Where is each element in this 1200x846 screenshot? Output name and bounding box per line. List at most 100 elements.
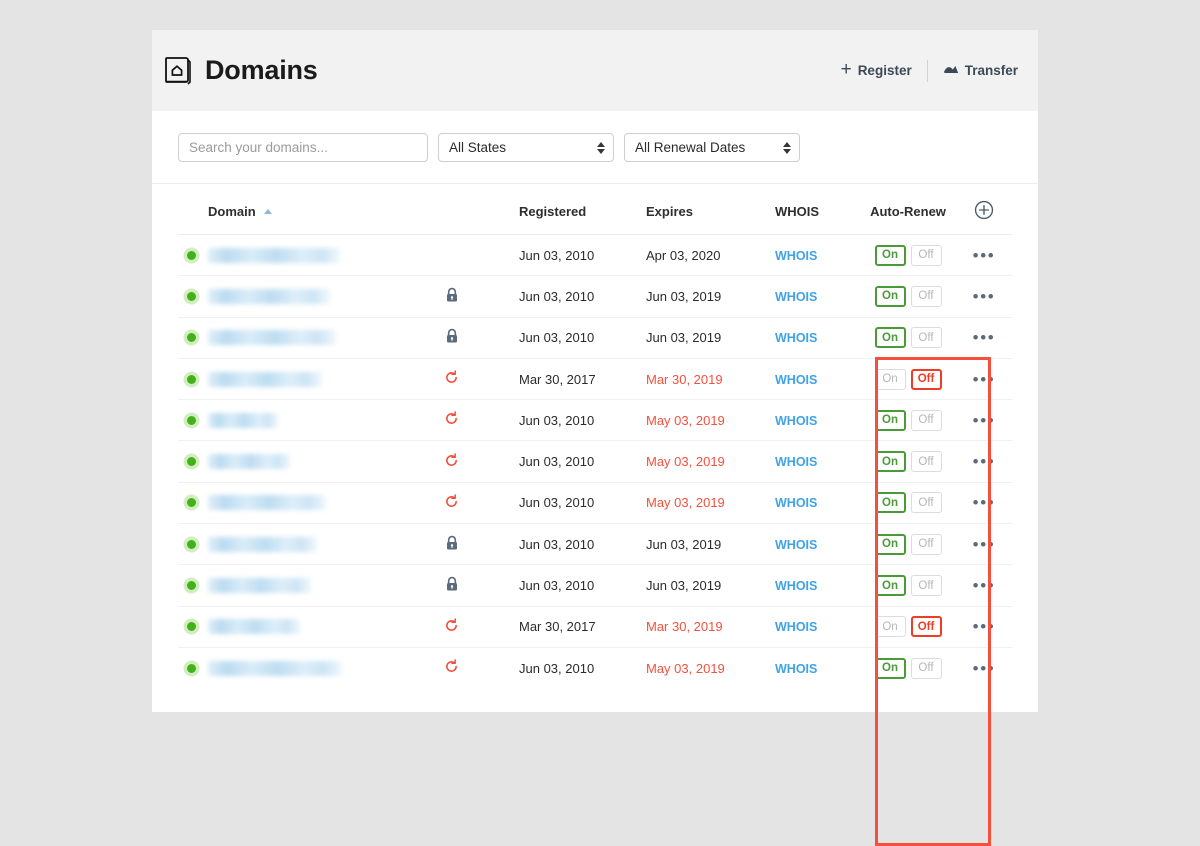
domain-name-cell[interactable] [208,564,384,607]
auto-renew-on-option[interactable]: On [874,492,906,514]
auto-renew-off-option[interactable]: Off [910,492,942,514]
status-dot-active [187,498,196,508]
renew-icon[interactable] [444,411,459,429]
table-row[interactable]: Mar 30, 2017 Mar 30, 2019 WHOIS On Off ••• [178,606,1012,648]
row-actions-menu-icon[interactable]: ••• [973,576,996,595]
table-row[interactable]: Jun 03, 2010 May 03, 2019 WHOIS On Off ••• [178,399,1012,442]
row-actions-menu-icon[interactable]: ••• [973,370,996,389]
auto-renew-on-option[interactable]: On [874,575,906,597]
circle-plus-icon[interactable] [974,200,994,223]
whois-link[interactable]: WHOIS [775,455,817,469]
domain-name-cell[interactable] [208,399,384,442]
row-actions-menu-icon[interactable]: ••• [973,659,996,678]
table-row[interactable]: Jun 03, 2010 Jun 03, 2019 WHOIS On Off ••• [178,275,1012,318]
renew-icon[interactable] [444,618,459,636]
row-actions-menu-icon[interactable]: ••• [973,535,996,554]
whois-cell: WHOIS [775,440,860,483]
whois-link[interactable]: WHOIS [775,538,817,552]
status-cell [178,358,208,401]
domain-name-cell[interactable] [208,317,384,359]
whois-link[interactable]: WHOIS [775,620,817,634]
domain-name-cell[interactable] [208,440,384,483]
expires-date-cell: Jun 03, 2019 [646,275,775,318]
auto-renew-off-option[interactable]: Off [910,327,942,349]
auto-renew-off-option[interactable]: Off [910,451,942,473]
whois-link[interactable]: WHOIS [775,662,817,676]
registered-column-header[interactable]: Registered [519,184,646,235]
whois-link[interactable]: WHOIS [775,290,817,304]
domains-book-icon [164,56,192,86]
domain-name-cell[interactable] [208,606,384,648]
auto-renew-on-option[interactable]: On [874,451,906,473]
domain-name-cell[interactable] [208,275,384,318]
whois-link[interactable]: WHOIS [775,496,817,510]
row-menu-cell: ••• [956,399,1012,442]
domain-name-cell[interactable] [208,358,384,401]
auto-renew-off-option[interactable]: Off [910,409,942,431]
auto-renew-off-option[interactable]: Off [910,657,942,679]
renewal-dates-filter-select[interactable]: All Renewal Dates [624,133,800,162]
auto-renew-off-option[interactable]: Off [910,575,942,597]
domain-column-header[interactable]: Domain [208,184,384,235]
auto-renew-off-option[interactable]: Off [910,533,942,555]
auto-renew-on-option[interactable]: On [874,285,906,307]
table-row[interactable]: Mar 30, 2017 Mar 30, 2019 WHOIS On Off ••• [178,358,1012,401]
row-actions-menu-icon[interactable]: ••• [973,411,996,430]
auto-renew-toggle: On Off [874,244,942,266]
whois-link[interactable]: WHOIS [775,249,817,263]
table-row[interactable]: Jun 03, 2010 May 03, 2019 WHOIS On Off ••• [178,647,1012,688]
domain-flag-cell [384,234,519,277]
whois-cell: WHOIS [775,399,860,442]
status-dot-active [187,663,196,673]
auto-renew-on-option[interactable]: On [874,327,906,349]
auto-renew-on-option[interactable]: On [874,368,906,390]
row-actions-menu-icon[interactable]: ••• [973,246,996,265]
row-actions-menu-icon[interactable]: ••• [973,493,996,512]
table-row[interactable]: Jun 03, 2010 May 03, 2019 WHOIS On Off ••• [178,440,1012,483]
auto-renew-on-option[interactable]: On [874,409,906,431]
auto-renew-off-option[interactable]: Off [910,285,942,307]
domain-flag-cell [384,564,519,607]
search-input[interactable] [178,133,428,162]
status-dot-active [187,374,196,384]
row-actions-menu-icon[interactable]: ••• [973,617,996,636]
domain-name-cell[interactable] [208,234,384,277]
table-row[interactable]: Jun 03, 2010 Apr 03, 2020 WHOIS On Off ••• [178,234,1012,277]
states-filter-select[interactable]: All States [438,133,614,162]
auto-renew-on-option[interactable]: On [874,533,906,555]
auto-renew-off-option[interactable]: Off [910,244,942,266]
registered-date-cell: Jun 03, 2010 [519,399,646,442]
row-actions-menu-icon[interactable]: ••• [973,452,996,471]
row-menu-cell: ••• [956,358,1012,401]
domain-name-cell[interactable] [208,647,384,688]
domain-name-cell[interactable] [208,482,384,525]
status-cell [178,399,208,442]
table-row[interactable]: Jun 03, 2010 Jun 03, 2019 WHOIS On Off ••• [178,564,1012,607]
auto-renew-off-option[interactable]: Off [910,368,942,390]
whois-link[interactable]: WHOIS [775,579,817,593]
whois-link[interactable]: WHOIS [775,414,817,428]
whois-link[interactable]: WHOIS [775,373,817,387]
whois-link[interactable]: WHOIS [775,331,817,345]
auto-renew-on-option[interactable]: On [874,244,906,266]
transfer-button[interactable]: Transfer [928,63,1024,79]
domain-name-cell[interactable] [208,523,384,566]
add-column-header[interactable] [956,184,1012,235]
register-button[interactable]: + Register [826,60,927,79]
auto-renew-on-option[interactable]: On [874,657,906,679]
table-row[interactable]: Jun 03, 2010 Jun 03, 2019 WHOIS On Off ••• [178,317,1012,359]
row-actions-menu-icon[interactable]: ••• [973,328,996,347]
row-actions-menu-icon[interactable]: ••• [973,287,996,306]
renew-icon[interactable] [444,494,459,512]
status-column-header [178,184,208,235]
renew-icon[interactable] [444,370,459,388]
expires-column-header[interactable]: Expires [646,184,775,235]
renew-icon[interactable] [444,659,459,677]
expires-date-cell: May 03, 2019 [646,482,775,525]
domain-name-redacted [208,619,300,635]
auto-renew-on-option[interactable]: On [874,616,906,638]
table-row[interactable]: Jun 03, 2010 Jun 03, 2019 WHOIS On Off ••• [178,523,1012,566]
table-row[interactable]: Jun 03, 2010 May 03, 2019 WHOIS On Off ••• [178,482,1012,525]
renew-icon[interactable] [444,452,459,471]
auto-renew-off-option[interactable]: Off [910,616,942,638]
